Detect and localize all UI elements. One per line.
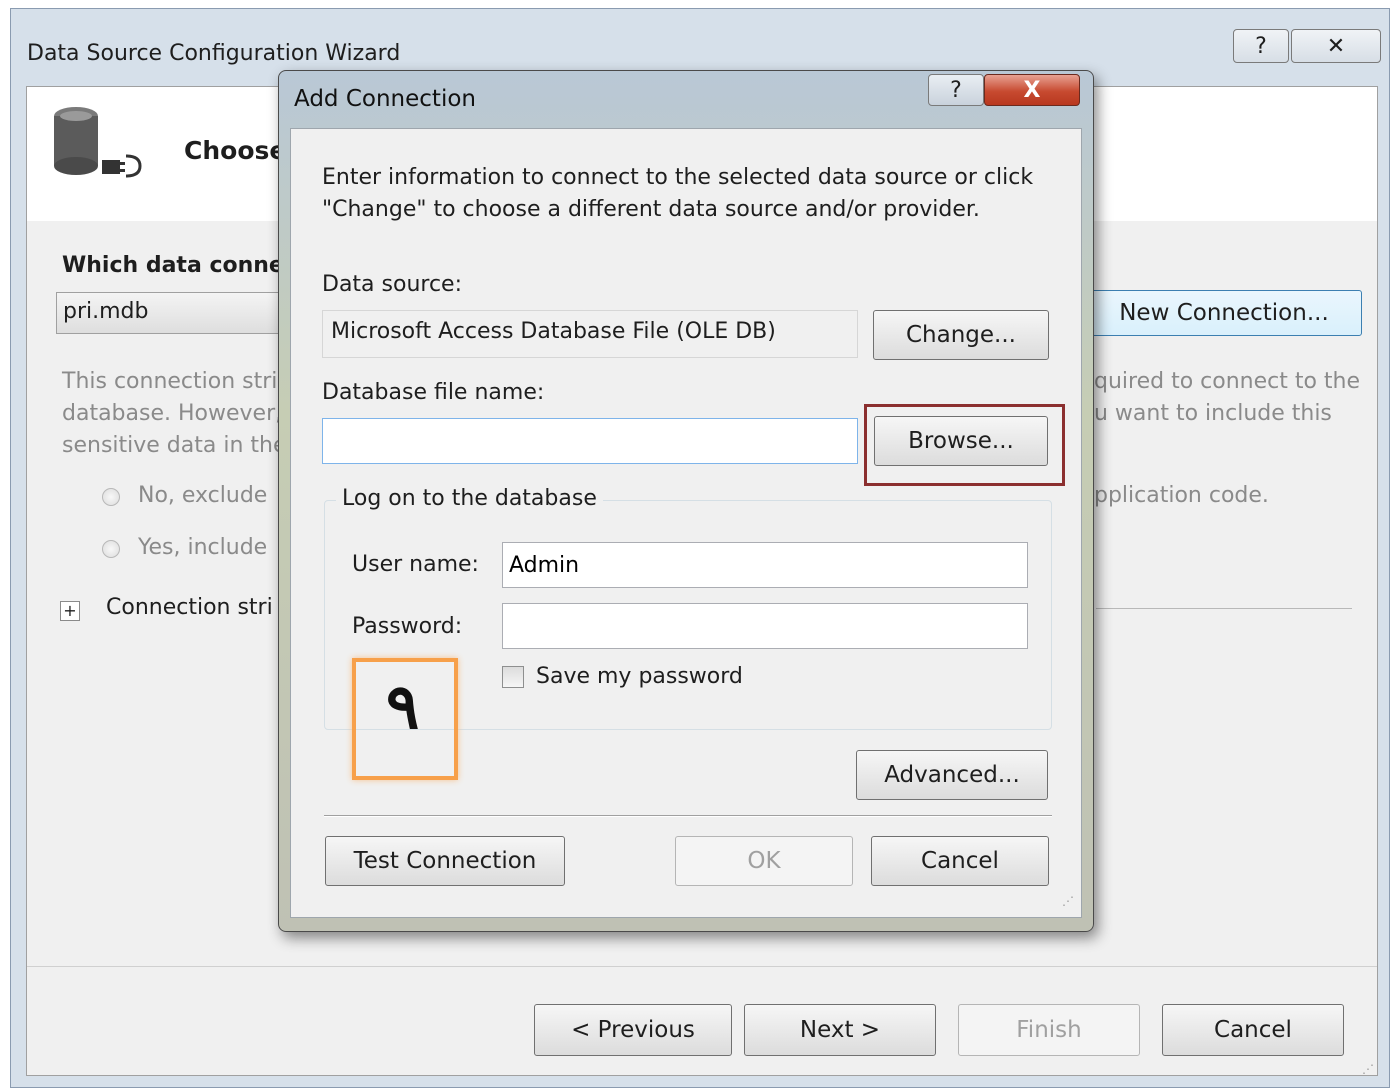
user-name-input[interactable] [502,542,1028,588]
intro-line: Enter information to connect to the sele… [322,165,1034,190]
radio-no-label: No, exclude [138,483,268,508]
dialog-cancel-button[interactable]: Cancel [871,836,1049,886]
new-connection-label: New Connection... [1119,300,1329,326]
cancel-label: Cancel [1214,1017,1292,1043]
info-text-right: quired to connect to the u want to inclu… [1094,366,1360,430]
ok-label: OK [747,848,781,874]
radio-no[interactable] [102,488,120,506]
browse-highlight [864,404,1065,486]
radio-yes-label: Yes, include [138,535,268,560]
save-password-checkbox[interactable] [502,666,524,688]
step-highlight: ٩ [352,658,458,780]
wizard-help-button[interactable]: ? [1233,29,1289,63]
wizard-title: Data Source Configuration Wizard [27,41,401,66]
info-line: This connection stri [62,369,278,394]
password-label: Password: [352,614,463,639]
close-icon: ✕ [1326,33,1346,59]
dialog-divider [324,815,1052,817]
wizard-cancel-button[interactable]: Cancel [1162,1004,1344,1056]
next-label: Next > [799,1017,881,1043]
which-connection-label: Which data connec [62,253,297,278]
password-input[interactable] [502,603,1028,649]
dialog-help-button[interactable]: ? [928,74,984,106]
info-line: database. However, [62,401,283,426]
plus-icon: + [63,601,77,620]
advanced-label: Advanced... [884,762,1020,788]
close-icon: X [1023,77,1041,103]
help-icon: ? [1255,33,1267,59]
dialog-title: Add Connection [294,86,476,112]
change-button[interactable]: Change... [873,310,1049,360]
dialog-close-button[interactable]: X [984,74,1080,106]
change-label: Change... [906,322,1016,348]
db-file-label: Database file name: [322,380,545,405]
resize-grip-icon: ⋰ [1062,894,1074,908]
cancel-label: Cancel [921,848,999,874]
expander-toggle[interactable]: + [60,601,80,621]
connection-string-label: Connection stri [106,595,273,620]
advanced-button[interactable]: Advanced... [856,750,1048,800]
footer-divider [27,966,1377,967]
info-line: sensitive data in the [62,433,287,458]
wizard-header-text: Choose [184,136,287,165]
db-file-input[interactable] [322,418,858,464]
step-number: ٩ [386,670,420,743]
finish-label: Finish [1016,1017,1082,1043]
finish-button[interactable]: Finish [958,1004,1140,1056]
info-line: quired to connect to the [1094,369,1361,394]
data-source-field: Microsoft Access Database File (OLE DB) [322,310,858,358]
save-password-label: Save my password [536,664,743,689]
test-connection-button[interactable]: Test Connection [325,836,565,886]
wizard-close-button[interactable]: ✕ [1291,29,1381,63]
user-name-label: User name: [352,552,479,577]
previous-label: < Previous [571,1017,695,1043]
radio-yes[interactable] [102,540,120,558]
data-source-label: Data source: [322,272,462,297]
data-source-value: Microsoft Access Database File (OLE DB) [331,319,776,344]
dialog-intro: Enter information to connect to the sele… [322,162,1033,226]
connection-select[interactable]: pri.mdb [56,292,296,334]
logon-group-label: Log on to the database [336,486,603,511]
intro-line: "Change" to choose a different data sour… [322,197,980,222]
new-connection-button[interactable]: New Connection... [1086,290,1362,336]
divider [1096,608,1352,609]
next-button[interactable]: Next > [744,1004,936,1056]
ok-button[interactable]: OK [675,836,853,886]
test-connection-label: Test Connection [353,848,537,874]
help-icon: ? [950,77,962,103]
radio-right-label: pplication code. [1094,483,1269,508]
previous-button[interactable]: < Previous [534,1004,732,1056]
connection-select-value: pri.mdb [63,299,149,324]
info-text-left: This connection stri database. However, … [62,366,287,462]
resize-grip-icon: ⋰ [1362,1062,1374,1076]
database-icon [54,107,142,178]
info-line: u want to include this [1094,401,1332,426]
